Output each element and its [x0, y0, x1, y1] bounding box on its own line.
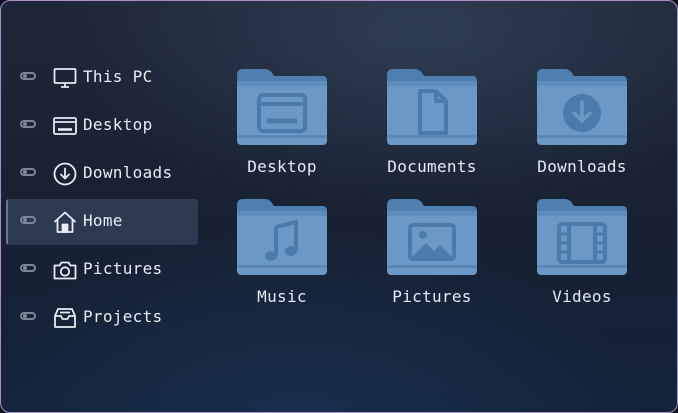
sidebar: This PC Desktop Downloads Home Pictures …	[6, 55, 198, 343]
document-icon	[418, 89, 448, 135]
toggle-icon[interactable]	[20, 120, 36, 128]
folder-label: Desktop	[247, 157, 317, 176]
folder-music[interactable]: Music	[227, 197, 337, 317]
home-icon	[53, 210, 77, 234]
folder-label: Music	[257, 287, 307, 306]
inbox-tray-icon	[53, 306, 77, 330]
toggle-icon[interactable]	[20, 312, 36, 320]
folder-downloads[interactable]: Downloads	[527, 67, 637, 187]
sidebar-item-this-pc[interactable]: This PC	[6, 55, 198, 101]
desktop-window-icon	[257, 93, 307, 133]
sidebar-item-label: This PC	[83, 67, 153, 86]
folder-videos[interactable]: Videos	[527, 197, 637, 317]
sidebar-item-label: Home	[83, 211, 123, 230]
sidebar-item-home[interactable]: Home	[6, 199, 198, 245]
monitor-icon	[53, 66, 77, 90]
toggle-icon[interactable]	[20, 264, 36, 272]
folder-label: Documents	[387, 157, 477, 176]
sidebar-item-pictures[interactable]: Pictures	[6, 247, 198, 293]
folder-label: Pictures	[392, 287, 472, 306]
sidebar-item-label: Pictures	[83, 259, 163, 278]
music-note-icon	[265, 219, 298, 261]
sidebar-item-desktop[interactable]: Desktop	[6, 103, 198, 149]
folder-label: Videos	[552, 287, 612, 306]
folder-pictures[interactable]: Pictures	[377, 197, 487, 317]
folder-documents[interactable]: Documents	[377, 67, 487, 187]
download-circle-icon	[53, 162, 77, 186]
toggle-icon[interactable]	[20, 168, 36, 176]
sidebar-item-projects[interactable]: Projects	[6, 295, 198, 341]
download-circle-icon	[563, 94, 601, 132]
sidebar-item-downloads[interactable]: Downloads	[6, 151, 198, 197]
desktop-window-icon	[53, 114, 77, 138]
folder-label: Downloads	[537, 157, 627, 176]
toggle-icon[interactable]	[20, 72, 36, 80]
folder-desktop[interactable]: Desktop	[227, 67, 337, 187]
toggle-icon[interactable]	[20, 216, 36, 224]
sidebar-item-label: Projects	[83, 307, 163, 326]
film-icon	[557, 222, 607, 264]
file-manager-window: This PC Desktop Downloads Home Pictures …	[0, 0, 678, 413]
camera-icon	[53, 258, 77, 282]
sidebar-item-label: Downloads	[83, 163, 173, 182]
image-icon	[408, 223, 456, 261]
sidebar-item-label: Desktop	[83, 115, 153, 134]
